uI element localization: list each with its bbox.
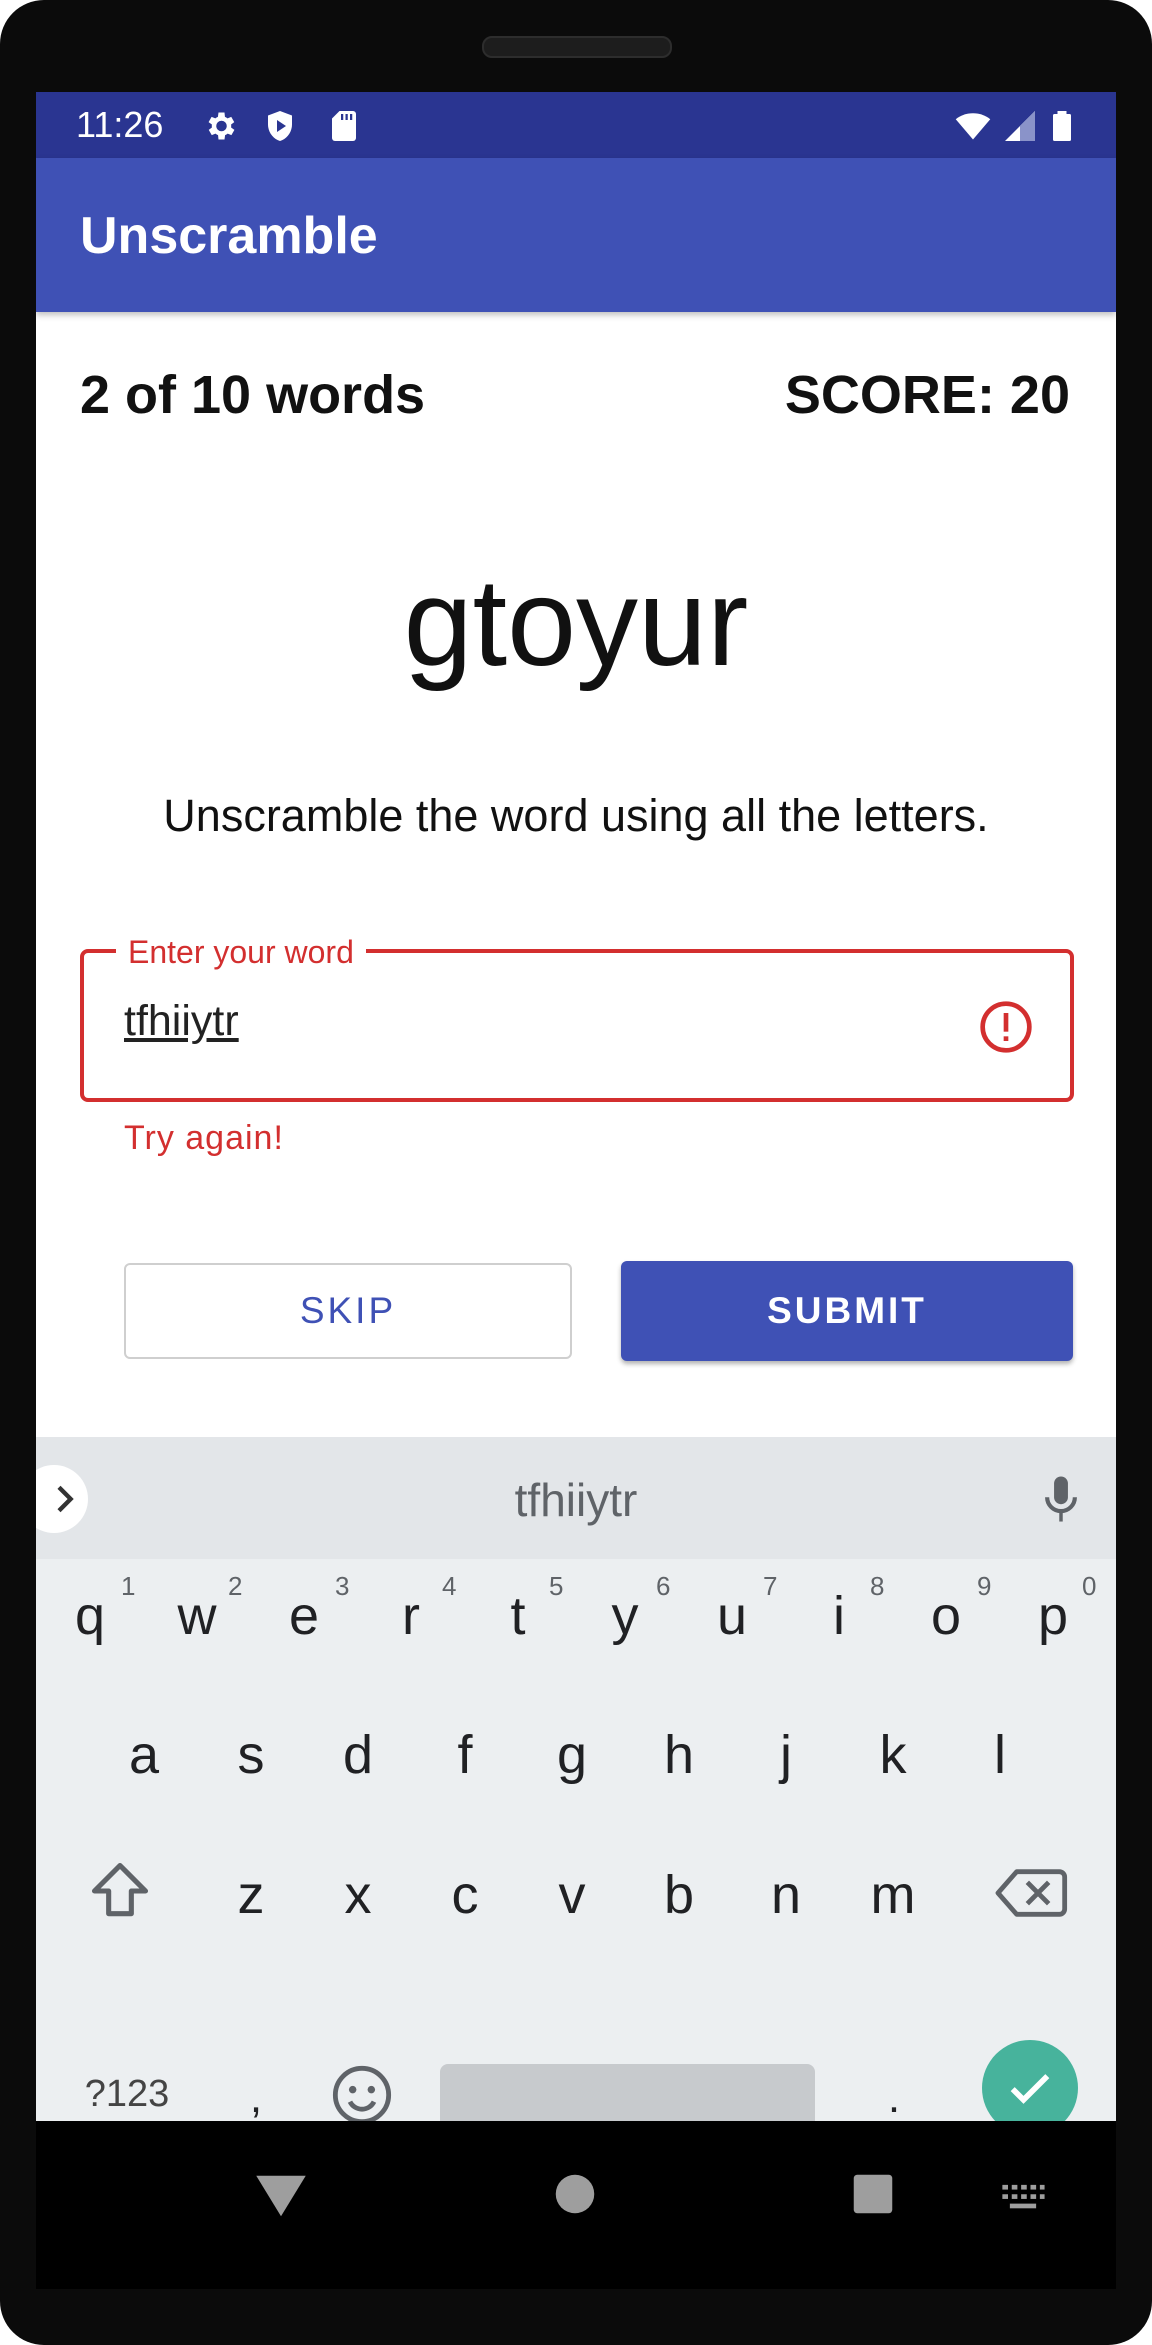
sd-card-icon: [332, 111, 356, 141]
key-b[interactable]: b: [639, 1864, 719, 1926]
enter-button[interactable]: [982, 2040, 1078, 2121]
key-u[interactable]: u: [692, 1585, 772, 1647]
checkmark-icon: [1010, 2074, 1050, 2104]
key-hint-6: 6: [656, 1571, 671, 1601]
space-bar[interactable]: [440, 2064, 815, 2121]
key-p[interactable]: p: [1013, 1585, 1093, 1647]
key-z[interactable]: z: [211, 1864, 291, 1926]
key-hint-0: 0: [1082, 1571, 1097, 1601]
shield-icon: [268, 111, 292, 141]
key-hint-8: 8: [870, 1571, 885, 1601]
signal-icon: [1005, 111, 1035, 141]
app-bar: Unscramble: [36, 158, 1116, 312]
key-m[interactable]: m: [853, 1864, 933, 1926]
score: SCORE: 20: [784, 365, 1070, 425]
status-bar: 11:26: [36, 92, 1116, 158]
error-message: Try again!: [124, 1119, 284, 1157]
key-o[interactable]: o: [906, 1585, 986, 1647]
key-hint-3: 3: [335, 1571, 350, 1601]
key-hint-5: 5: [549, 1571, 564, 1601]
key-r[interactable]: r: [371, 1585, 451, 1647]
key-y[interactable]: y: [585, 1585, 665, 1647]
wifi-icon: [955, 113, 991, 140]
screen: 11:26 Unscramble 2 of 10 words SCORE: 20…: [36, 92, 1116, 2121]
key-d[interactable]: d: [318, 1724, 398, 1786]
skip-button[interactable]: SKIP: [124, 1263, 572, 1359]
battery-icon: [1053, 111, 1071, 141]
key-i[interactable]: i: [799, 1585, 879, 1647]
symbols-key[interactable]: ?123: [72, 2073, 182, 2116]
key-hint-4: 4: [442, 1571, 457, 1601]
key-hint-2: 2: [228, 1571, 243, 1601]
suggestion-strip: tfhiiytr: [36, 1437, 1116, 1559]
key-a[interactable]: a: [104, 1724, 184, 1786]
recents-square-icon[interactable]: [852, 2173, 894, 2215]
key-t[interactable]: t: [478, 1585, 558, 1647]
scrambled-word: gtoyur: [403, 554, 749, 692]
key-h[interactable]: h: [639, 1724, 719, 1786]
submit-button[interactable]: SUBMIT: [621, 1261, 1073, 1361]
app-title: Unscramble: [80, 207, 378, 265]
key-hint-7: 7: [763, 1571, 778, 1601]
key-g[interactable]: g: [532, 1724, 612, 1786]
navigation-bar: [36, 2121, 1116, 2289]
key-f[interactable]: f: [425, 1724, 505, 1786]
key-e[interactable]: e: [264, 1585, 344, 1647]
home-circle-icon[interactable]: [554, 2173, 596, 2215]
key-c[interactable]: c: [425, 1864, 505, 1926]
key-j[interactable]: j: [746, 1724, 826, 1786]
key-s[interactable]: s: [211, 1724, 291, 1786]
backspace-icon[interactable]: [992, 1861, 1068, 1925]
period-key[interactable]: .: [854, 2073, 934, 2121]
word-input-label: Enter your word: [116, 934, 366, 971]
key-q[interactable]: q: [50, 1585, 130, 1647]
error-icon: [980, 1001, 1032, 1053]
key-v[interactable]: v: [532, 1864, 612, 1926]
key-x[interactable]: x: [318, 1864, 398, 1926]
word-count: 2 of 10 words: [80, 365, 426, 425]
suggestion-word[interactable]: tfhiiytr: [36, 1473, 1116, 1527]
soft-keyboard: tfhiiytr q w e r t y u i o p 1 2 3 4 5 6…: [36, 1437, 1116, 2121]
status-time: 11:26: [76, 104, 164, 145]
microphone-icon[interactable]: [1040, 1473, 1082, 1525]
key-hint-9: 9: [977, 1571, 992, 1601]
keyboard-switch-icon[interactable]: [1000, 2183, 1046, 2213]
key-w[interactable]: w: [157, 1585, 237, 1647]
word-input[interactable]: [124, 997, 904, 1046]
gear-icon: [208, 112, 235, 140]
instructions: Unscramble the word using all the letter…: [163, 790, 989, 841]
key-k[interactable]: k: [853, 1724, 933, 1786]
key-hint-1: 1: [121, 1571, 136, 1601]
emoji-icon[interactable]: [330, 2063, 394, 2121]
phone-frame: 11:26 Unscramble 2 of 10 words SCORE: 20…: [0, 0, 1152, 2345]
shift-icon[interactable]: [86, 1857, 154, 1925]
comma-key[interactable]: ,: [216, 2073, 296, 2121]
back-triangle-icon[interactable]: [254, 2173, 308, 2219]
key-l[interactable]: l: [960, 1724, 1040, 1786]
earpiece-speaker: [482, 36, 672, 58]
key-n[interactable]: n: [746, 1864, 826, 1926]
